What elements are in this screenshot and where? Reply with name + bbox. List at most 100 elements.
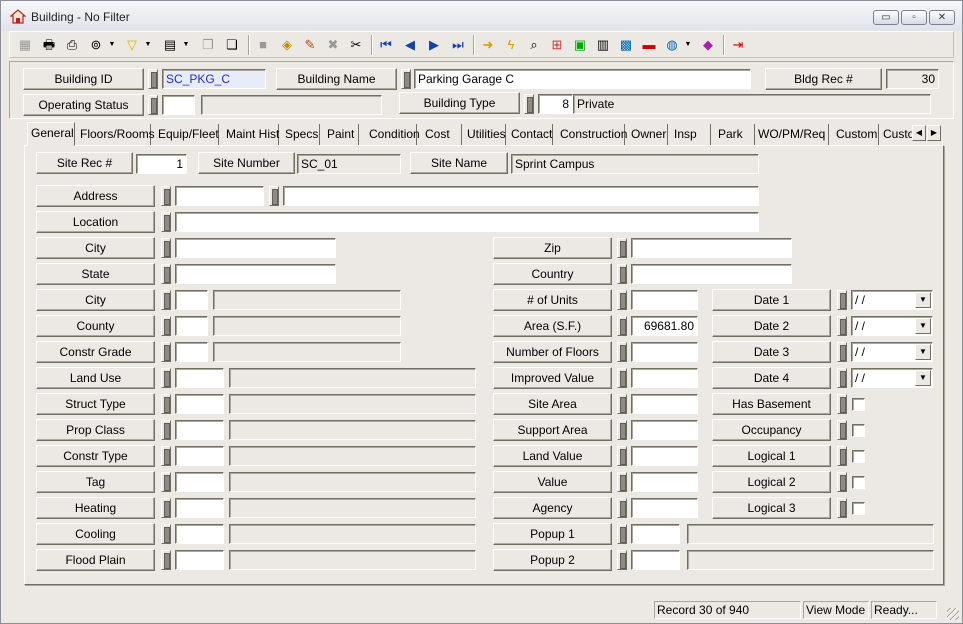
units-label[interactable]: # of Units bbox=[493, 289, 612, 311]
country-field[interactable] bbox=[631, 264, 792, 284]
paste-icon[interactable]: ❏ bbox=[222, 35, 242, 55]
logical-2-label[interactable]: Logical 2 bbox=[712, 471, 831, 493]
prop-class-code-field[interactable] bbox=[175, 420, 224, 440]
location-field[interactable] bbox=[175, 212, 759, 232]
cooling-code-field[interactable] bbox=[175, 524, 224, 544]
tab-general[interactable]: General bbox=[27, 122, 75, 146]
tab-contact[interactable]: Contact bbox=[508, 124, 553, 146]
field-grip[interactable] bbox=[617, 290, 627, 310]
truck-icon[interactable]: ▬ bbox=[639, 35, 659, 55]
popup-1-label[interactable]: Popup 1 bbox=[493, 523, 612, 545]
print-preview-icon[interactable]: ⎙ bbox=[62, 35, 82, 55]
support-area-label[interactable]: Support Area bbox=[493, 419, 612, 441]
building-name-label[interactable]: Building Name bbox=[276, 68, 397, 90]
field-grip[interactable] bbox=[837, 290, 847, 310]
tab-cost[interactable]: Cost bbox=[422, 124, 462, 146]
occupancy-checkbox[interactable] bbox=[852, 424, 865, 437]
date-2-dropdown-button[interactable]: ▼ bbox=[915, 318, 931, 334]
date-2-label[interactable]: Date 2 bbox=[712, 315, 831, 337]
field-grip[interactable] bbox=[161, 316, 171, 336]
tree-icon[interactable]: ⊞ bbox=[547, 35, 567, 55]
building-type-code-field[interactable]: 8 bbox=[538, 94, 573, 114]
field-grip[interactable] bbox=[161, 472, 171, 492]
map-icon[interactable]: ▩ bbox=[616, 35, 636, 55]
field-grip[interactable] bbox=[617, 316, 627, 336]
tag-code-field[interactable] bbox=[175, 472, 224, 492]
state-field[interactable] bbox=[175, 264, 336, 284]
field-grip[interactable] bbox=[161, 446, 171, 466]
field-grip[interactable] bbox=[161, 550, 171, 570]
field-grip[interactable] bbox=[617, 446, 627, 466]
units-field[interactable] bbox=[631, 290, 698, 310]
area-field[interactable]: 69681.80 bbox=[631, 316, 698, 336]
logical-1-label[interactable]: Logical 1 bbox=[712, 445, 831, 467]
date-3-field[interactable]: / / ▼ bbox=[851, 342, 933, 362]
print-icon[interactable]: 🖶 bbox=[39, 35, 59, 55]
resize-grip-icon[interactable] bbox=[947, 608, 959, 620]
building-id-label[interactable]: Building ID bbox=[23, 68, 144, 90]
building-name-field[interactable]: Parking Garage C bbox=[414, 69, 751, 89]
land-use-code-field[interactable] bbox=[175, 368, 224, 388]
tag-label[interactable]: Tag bbox=[36, 471, 155, 493]
tab-construction[interactable]: Construction bbox=[557, 124, 627, 146]
report-dropdown[interactable]: ▼ bbox=[182, 35, 190, 55]
improved-value-field[interactable] bbox=[631, 368, 698, 388]
minimize-button[interactable]: ▭ bbox=[873, 10, 899, 25]
field-grip[interactable] bbox=[617, 394, 627, 414]
field-grip[interactable] bbox=[161, 342, 171, 362]
globe-dropdown[interactable]: ▼ bbox=[684, 35, 692, 55]
field-grip[interactable] bbox=[148, 69, 158, 89]
field-grip[interactable] bbox=[148, 95, 158, 115]
address-field-2[interactable] bbox=[283, 186, 759, 206]
address-label[interactable]: Address bbox=[36, 185, 155, 207]
field-grip[interactable] bbox=[401, 69, 411, 89]
tab-owner[interactable]: Owner bbox=[628, 124, 668, 146]
field-grip[interactable] bbox=[617, 342, 627, 362]
value-label[interactable]: Value bbox=[493, 471, 612, 493]
improved-value-label[interactable]: Improved Value bbox=[493, 367, 612, 389]
tab-insp[interactable]: Insp bbox=[671, 124, 711, 146]
zip-field[interactable] bbox=[631, 238, 792, 258]
binoculars-icon[interactable]: ⊚ bbox=[86, 35, 106, 55]
date-4-field[interactable]: / / ▼ bbox=[851, 368, 933, 388]
date-4-dropdown-button[interactable]: ▼ bbox=[915, 370, 931, 386]
next-record-icon[interactable]: ▶ bbox=[424, 35, 444, 55]
constr-type-code-field[interactable] bbox=[175, 446, 224, 466]
field-grip[interactable] bbox=[837, 420, 847, 440]
tab-custom[interactable]: Custom bbox=[833, 124, 879, 146]
date-1-label[interactable]: Date 1 bbox=[712, 289, 831, 311]
tab-equip-fleet[interactable]: Equip/Fleet bbox=[155, 124, 219, 146]
area-label[interactable]: Area (S.F.) bbox=[493, 315, 612, 337]
field-grip[interactable] bbox=[161, 394, 171, 414]
field-grip[interactable] bbox=[837, 498, 847, 518]
land-value-field[interactable] bbox=[631, 446, 698, 466]
constr-grade-label[interactable]: Constr Grade bbox=[36, 341, 155, 363]
zip-label[interactable]: Zip bbox=[493, 237, 612, 259]
cut-icon[interactable]: ✂ bbox=[346, 35, 366, 55]
state-label[interactable]: State bbox=[36, 263, 155, 285]
close-button[interactable]: ✕ bbox=[929, 10, 955, 25]
delete-icon[interactable]: ✖ bbox=[323, 35, 343, 55]
popup-2-code-field[interactable] bbox=[631, 550, 680, 570]
support-area-field[interactable] bbox=[631, 420, 698, 440]
constr-type-label[interactable]: Constr Type bbox=[36, 445, 155, 467]
save-icon[interactable]: ■ bbox=[253, 35, 273, 55]
has-basement-checkbox[interactable] bbox=[852, 398, 865, 411]
operating-status-code-field[interactable] bbox=[162, 95, 195, 115]
filter-dropdown[interactable]: ▼ bbox=[144, 35, 152, 55]
popup-1-code-field[interactable] bbox=[631, 524, 680, 544]
number-of-floors-label[interactable]: Number of Floors bbox=[493, 341, 612, 363]
tab-wo-pm-req[interactable]: WO/PM/Req bbox=[755, 124, 829, 146]
picture-icon[interactable]: ▣ bbox=[570, 35, 590, 55]
last-record-icon[interactable]: ⏭ bbox=[448, 35, 468, 55]
tab-scroll-right-button[interactable]: ▶ bbox=[927, 125, 941, 141]
calculator-icon[interactable]: ▥ bbox=[593, 35, 613, 55]
filter-icon[interactable]: ▽ bbox=[122, 35, 142, 55]
field-grip[interactable] bbox=[161, 420, 171, 440]
field-grip[interactable] bbox=[269, 186, 279, 206]
field-grip[interactable] bbox=[161, 368, 171, 388]
maximize-button[interactable]: ▫ bbox=[901, 10, 927, 25]
arrow-right-icon[interactable]: ➜ bbox=[478, 35, 498, 55]
field-grip[interactable] bbox=[837, 316, 847, 336]
date-1-field[interactable]: / / ▼ bbox=[851, 290, 933, 310]
